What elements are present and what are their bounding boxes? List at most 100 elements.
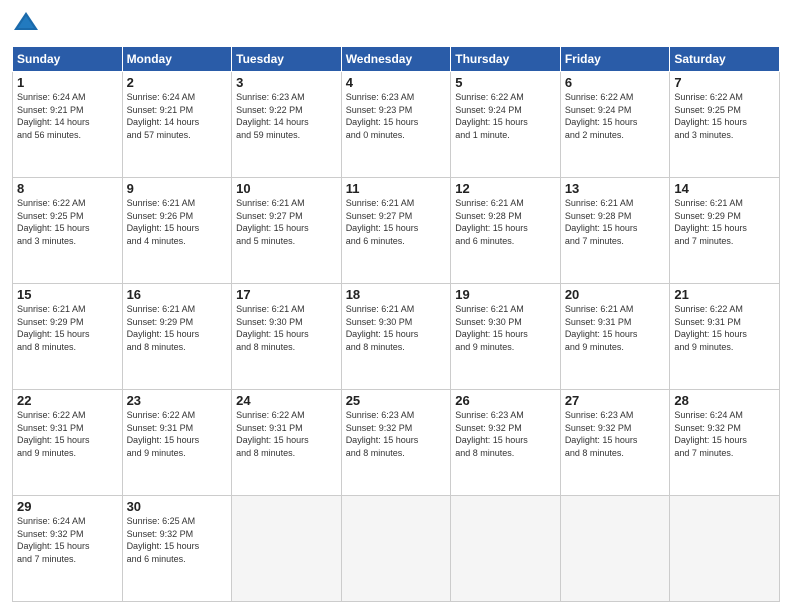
day-cell: 20Sunrise: 6:21 AM Sunset: 9:31 PM Dayli… <box>560 284 670 390</box>
day-info: Sunrise: 6:23 AM Sunset: 9:23 PM Dayligh… <box>346 91 447 141</box>
day-number: 25 <box>346 393 447 408</box>
day-cell: 28Sunrise: 6:24 AM Sunset: 9:32 PM Dayli… <box>670 390 780 496</box>
day-info: Sunrise: 6:21 AM Sunset: 9:29 PM Dayligh… <box>674 197 775 247</box>
day-cell: 19Sunrise: 6:21 AM Sunset: 9:30 PM Dayli… <box>451 284 561 390</box>
day-info: Sunrise: 6:23 AM Sunset: 9:22 PM Dayligh… <box>236 91 337 141</box>
day-info: Sunrise: 6:23 AM Sunset: 9:32 PM Dayligh… <box>565 409 666 459</box>
page: SundayMondayTuesdayWednesdayThursdayFrid… <box>0 0 792 612</box>
day-number: 10 <box>236 181 337 196</box>
day-cell: 15Sunrise: 6:21 AM Sunset: 9:29 PM Dayli… <box>13 284 123 390</box>
day-cell: 3Sunrise: 6:23 AM Sunset: 9:22 PM Daylig… <box>232 72 342 178</box>
day-cell: 16Sunrise: 6:21 AM Sunset: 9:29 PM Dayli… <box>122 284 232 390</box>
header <box>12 10 780 38</box>
day-cell: 30Sunrise: 6:25 AM Sunset: 9:32 PM Dayli… <box>122 496 232 602</box>
day-number: 26 <box>455 393 556 408</box>
day-cell: 24Sunrise: 6:22 AM Sunset: 9:31 PM Dayli… <box>232 390 342 496</box>
day-cell: 1Sunrise: 6:24 AM Sunset: 9:21 PM Daylig… <box>13 72 123 178</box>
day-cell: 14Sunrise: 6:21 AM Sunset: 9:29 PM Dayli… <box>670 178 780 284</box>
day-number: 21 <box>674 287 775 302</box>
day-info: Sunrise: 6:21 AM Sunset: 9:27 PM Dayligh… <box>236 197 337 247</box>
day-cell <box>451 496 561 602</box>
day-info: Sunrise: 6:21 AM Sunset: 9:28 PM Dayligh… <box>455 197 556 247</box>
day-number: 11 <box>346 181 447 196</box>
day-cell <box>670 496 780 602</box>
day-info: Sunrise: 6:23 AM Sunset: 9:32 PM Dayligh… <box>455 409 556 459</box>
day-cell: 2Sunrise: 6:24 AM Sunset: 9:21 PM Daylig… <box>122 72 232 178</box>
week-row-5: 29Sunrise: 6:24 AM Sunset: 9:32 PM Dayli… <box>13 496 780 602</box>
day-cell: 21Sunrise: 6:22 AM Sunset: 9:31 PM Dayli… <box>670 284 780 390</box>
day-info: Sunrise: 6:22 AM Sunset: 9:24 PM Dayligh… <box>455 91 556 141</box>
day-info: Sunrise: 6:21 AM Sunset: 9:26 PM Dayligh… <box>127 197 228 247</box>
day-number: 20 <box>565 287 666 302</box>
day-cell: 7Sunrise: 6:22 AM Sunset: 9:25 PM Daylig… <box>670 72 780 178</box>
day-cell: 26Sunrise: 6:23 AM Sunset: 9:32 PM Dayli… <box>451 390 561 496</box>
day-number: 4 <box>346 75 447 90</box>
day-number: 19 <box>455 287 556 302</box>
day-number: 2 <box>127 75 228 90</box>
day-info: Sunrise: 6:22 AM Sunset: 9:31 PM Dayligh… <box>17 409 118 459</box>
day-info: Sunrise: 6:21 AM Sunset: 9:29 PM Dayligh… <box>127 303 228 353</box>
calendar: SundayMondayTuesdayWednesdayThursdayFrid… <box>12 46 780 602</box>
header-row: SundayMondayTuesdayWednesdayThursdayFrid… <box>13 47 780 72</box>
week-row-2: 8Sunrise: 6:22 AM Sunset: 9:25 PM Daylig… <box>13 178 780 284</box>
day-number: 8 <box>17 181 118 196</box>
day-info: Sunrise: 6:24 AM Sunset: 9:21 PM Dayligh… <box>127 91 228 141</box>
day-info: Sunrise: 6:24 AM Sunset: 9:32 PM Dayligh… <box>17 515 118 565</box>
logo-icon <box>12 10 40 38</box>
day-info: Sunrise: 6:21 AM Sunset: 9:31 PM Dayligh… <box>565 303 666 353</box>
day-number: 14 <box>674 181 775 196</box>
day-cell: 12Sunrise: 6:21 AM Sunset: 9:28 PM Dayli… <box>451 178 561 284</box>
day-info: Sunrise: 6:21 AM Sunset: 9:30 PM Dayligh… <box>455 303 556 353</box>
week-row-4: 22Sunrise: 6:22 AM Sunset: 9:31 PM Dayli… <box>13 390 780 496</box>
col-header-friday: Friday <box>560 47 670 72</box>
day-number: 22 <box>17 393 118 408</box>
day-number: 7 <box>674 75 775 90</box>
day-number: 3 <box>236 75 337 90</box>
day-info: Sunrise: 6:21 AM Sunset: 9:27 PM Dayligh… <box>346 197 447 247</box>
day-cell: 22Sunrise: 6:22 AM Sunset: 9:31 PM Dayli… <box>13 390 123 496</box>
day-number: 30 <box>127 499 228 514</box>
col-header-sunday: Sunday <box>13 47 123 72</box>
logo <box>12 10 44 38</box>
day-number: 17 <box>236 287 337 302</box>
day-info: Sunrise: 6:22 AM Sunset: 9:31 PM Dayligh… <box>674 303 775 353</box>
day-info: Sunrise: 6:21 AM Sunset: 9:28 PM Dayligh… <box>565 197 666 247</box>
week-row-1: 1Sunrise: 6:24 AM Sunset: 9:21 PM Daylig… <box>13 72 780 178</box>
day-cell <box>341 496 451 602</box>
week-row-3: 15Sunrise: 6:21 AM Sunset: 9:29 PM Dayli… <box>13 284 780 390</box>
day-cell: 11Sunrise: 6:21 AM Sunset: 9:27 PM Dayli… <box>341 178 451 284</box>
day-number: 24 <box>236 393 337 408</box>
day-info: Sunrise: 6:21 AM Sunset: 9:30 PM Dayligh… <box>236 303 337 353</box>
day-number: 18 <box>346 287 447 302</box>
day-info: Sunrise: 6:21 AM Sunset: 9:30 PM Dayligh… <box>346 303 447 353</box>
day-cell: 25Sunrise: 6:23 AM Sunset: 9:32 PM Dayli… <box>341 390 451 496</box>
day-number: 15 <box>17 287 118 302</box>
day-cell: 13Sunrise: 6:21 AM Sunset: 9:28 PM Dayli… <box>560 178 670 284</box>
day-cell: 8Sunrise: 6:22 AM Sunset: 9:25 PM Daylig… <box>13 178 123 284</box>
day-number: 9 <box>127 181 228 196</box>
day-number: 16 <box>127 287 228 302</box>
day-number: 1 <box>17 75 118 90</box>
col-header-saturday: Saturday <box>670 47 780 72</box>
col-header-wednesday: Wednesday <box>341 47 451 72</box>
day-cell: 5Sunrise: 6:22 AM Sunset: 9:24 PM Daylig… <box>451 72 561 178</box>
day-cell <box>560 496 670 602</box>
day-cell: 18Sunrise: 6:21 AM Sunset: 9:30 PM Dayli… <box>341 284 451 390</box>
day-info: Sunrise: 6:24 AM Sunset: 9:32 PM Dayligh… <box>674 409 775 459</box>
day-info: Sunrise: 6:24 AM Sunset: 9:21 PM Dayligh… <box>17 91 118 141</box>
day-info: Sunrise: 6:23 AM Sunset: 9:32 PM Dayligh… <box>346 409 447 459</box>
col-header-tuesday: Tuesday <box>232 47 342 72</box>
day-cell: 10Sunrise: 6:21 AM Sunset: 9:27 PM Dayli… <box>232 178 342 284</box>
day-number: 13 <box>565 181 666 196</box>
day-info: Sunrise: 6:21 AM Sunset: 9:29 PM Dayligh… <box>17 303 118 353</box>
col-header-monday: Monday <box>122 47 232 72</box>
day-info: Sunrise: 6:22 AM Sunset: 9:25 PM Dayligh… <box>674 91 775 141</box>
day-info: Sunrise: 6:22 AM Sunset: 9:25 PM Dayligh… <box>17 197 118 247</box>
day-cell: 9Sunrise: 6:21 AM Sunset: 9:26 PM Daylig… <box>122 178 232 284</box>
day-number: 5 <box>455 75 556 90</box>
day-cell: 4Sunrise: 6:23 AM Sunset: 9:23 PM Daylig… <box>341 72 451 178</box>
day-number: 28 <box>674 393 775 408</box>
day-info: Sunrise: 6:22 AM Sunset: 9:31 PM Dayligh… <box>236 409 337 459</box>
day-cell: 17Sunrise: 6:21 AM Sunset: 9:30 PM Dayli… <box>232 284 342 390</box>
day-cell: 27Sunrise: 6:23 AM Sunset: 9:32 PM Dayli… <box>560 390 670 496</box>
